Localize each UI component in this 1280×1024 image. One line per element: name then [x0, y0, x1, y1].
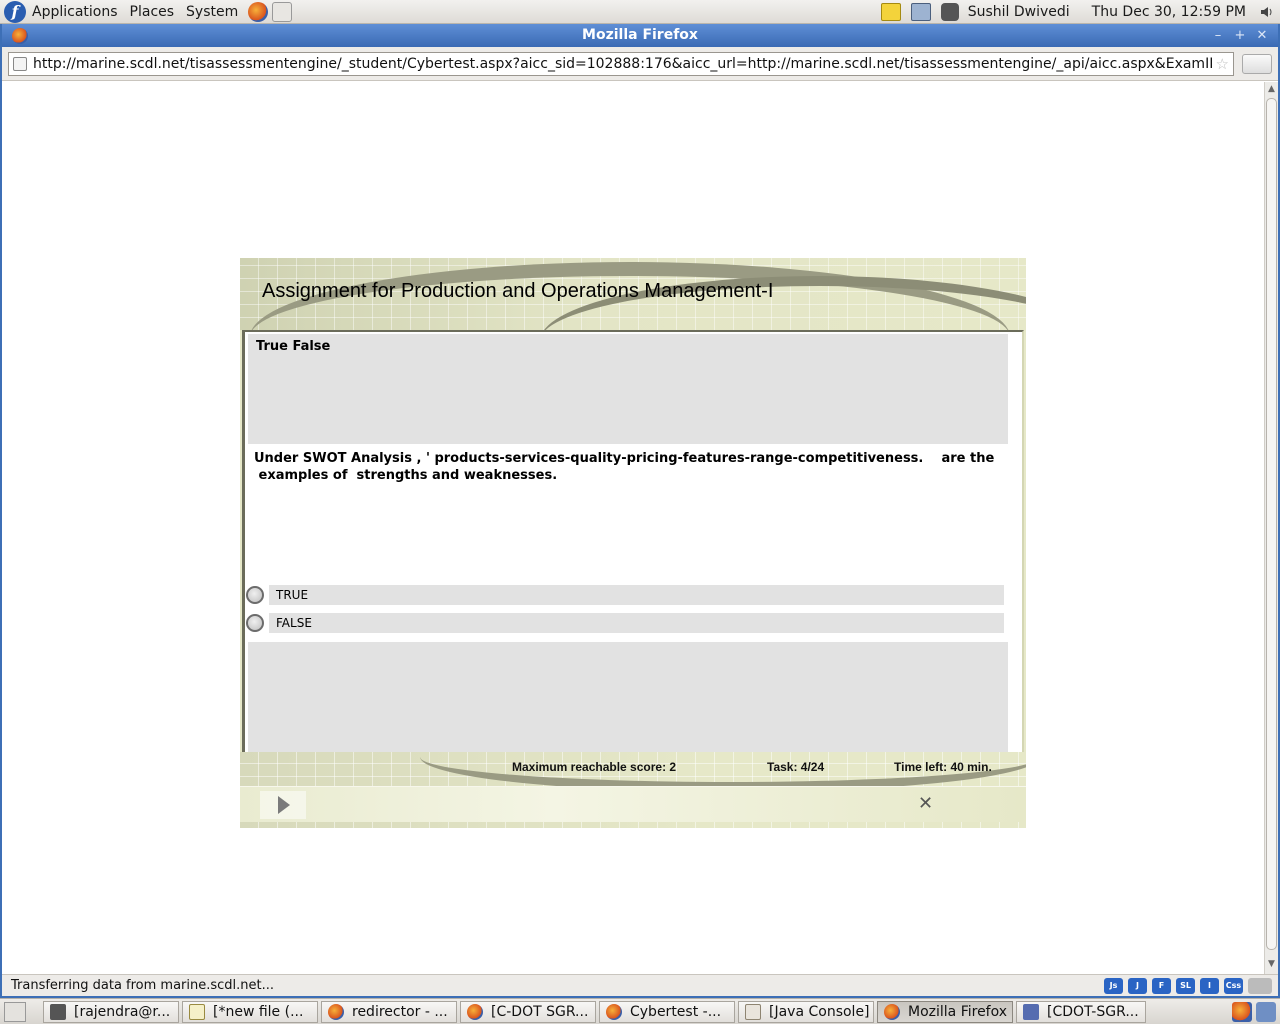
taskbar-item-label: [Java Console] — [769, 1003, 870, 1020]
status-bar: Transferring data from marine.scdl.net..… — [2, 974, 1278, 996]
option-false[interactable]: FALSE — [246, 612, 1006, 634]
exam-title: Assignment for Production and Operations… — [262, 280, 774, 302]
user-icon — [940, 2, 959, 21]
taskbar-item-label: [*new file (... — [213, 1003, 304, 1020]
text-editor-icon — [189, 1003, 205, 1020]
firefox-window: Mozilla Firefox – + ✕ http://marine.scdl… — [0, 24, 1280, 998]
option-label[interactable]: FALSE — [269, 613, 1004, 633]
silverlight-addon-icon[interactable]: SL — [1176, 977, 1195, 994]
question-type: True False — [256, 339, 331, 354]
taskbar-item-redirector[interactable]: redirector - ... — [321, 1000, 457, 1023]
window-titlebar[interactable]: Mozilla Firefox – + ✕ — [2, 24, 1278, 47]
question-type-box: True False — [248, 334, 1008, 444]
taskbar-item-terminal[interactable]: [rajendra@r... — [43, 1000, 179, 1023]
places-menu[interactable]: Places — [124, 4, 181, 20]
terminal-icon — [50, 1003, 66, 1020]
radio-true[interactable] — [246, 586, 264, 604]
taskbar-item-label: [CDOT-SGR... — [1047, 1003, 1139, 1020]
maximize-button[interactable]: + — [1230, 27, 1250, 44]
taskbar-item-firefox[interactable]: Mozilla Firefox — [877, 1000, 1013, 1023]
network-icon[interactable] — [910, 2, 931, 21]
taskbar-item-label: [C-DOT SGR... — [491, 1003, 589, 1020]
navigation-toolbar: http://marine.scdl.net/tisassessmentengi… — [2, 47, 1278, 81]
show-desktop-icon[interactable] — [4, 1001, 26, 1022]
taskbar-item-label: Cybertest -... — [630, 1003, 722, 1020]
firefox-tray-icon[interactable] — [1232, 1001, 1252, 1022]
volume-icon[interactable] — [1260, 5, 1274, 19]
taskbar-item-label: redirector - ... — [352, 1003, 448, 1020]
close-exam-icon[interactable]: ✕ — [918, 793, 933, 814]
exam-panel: Assignment for Production and Operations… — [240, 258, 1026, 828]
feedback-box — [248, 642, 1008, 752]
question-line: examples of strengths and weaknesses. — [254, 468, 558, 483]
virtualbox-icon — [1023, 1003, 1039, 1020]
notes-icon[interactable] — [880, 2, 901, 21]
workspace-switcher-icon[interactable] — [1256, 1001, 1276, 1022]
system-menu[interactable]: System — [180, 4, 244, 20]
firefox-icon — [467, 1003, 483, 1020]
panel-user-name[interactable]: Sushil Dwivedi — [968, 4, 1070, 20]
option-true[interactable]: TRUE — [246, 584, 1006, 606]
css-addon-icon[interactable]: Css — [1224, 977, 1243, 994]
js-addon-icon[interactable]: Js — [1104, 977, 1123, 994]
java-addon-icon[interactable]: J — [1128, 977, 1147, 994]
next-question-button[interactable] — [260, 791, 306, 819]
firefox-icon — [328, 1003, 344, 1020]
mail-launcher-icon[interactable] — [272, 1, 293, 22]
taskbar-item-vbox[interactable]: [CDOT-SGR... — [1016, 1000, 1146, 1023]
taskbar-item-label: Mozilla Firefox — [908, 1003, 1008, 1020]
exam-header: Assignment for Production and Operations… — [240, 258, 1026, 330]
site-identity-icon[interactable] — [13, 56, 27, 71]
exam-footer: Maximum reachable score: 2 Task: 4/24 Ti… — [240, 752, 1026, 828]
images-addon-icon[interactable]: I — [1200, 977, 1219, 994]
taskbar-item-cybertest[interactable]: Cybertest -... — [599, 1000, 735, 1023]
question-line: Under SWOT Analysis , ' products-service… — [254, 451, 995, 466]
taskbar-item-editor[interactable]: [*new file (... — [182, 1000, 318, 1023]
firefox-launcher-icon[interactable] — [248, 1, 269, 22]
taskbar: [rajendra@r... [*new file (... redirecto… — [0, 998, 1280, 1024]
firefox-icon — [606, 1003, 622, 1020]
page-content: Assignment for Production and Operations… — [2, 82, 1264, 974]
max-score: Maximum reachable score: 2 — [512, 760, 677, 774]
scroll-up-icon[interactable]: ▲ — [1265, 84, 1278, 97]
minimize-button[interactable]: – — [1208, 27, 1228, 44]
panel-clock[interactable]: Thu Dec 30, 12:59 PM — [1092, 4, 1246, 20]
top-panel: f Applications Places System Sushil Dwiv… — [0, 0, 1280, 24]
taskbar-item-label: [rajendra@r... — [74, 1003, 171, 1020]
exam-nav-bar: ✕ — [240, 786, 1026, 822]
applications-menu[interactable]: Applications — [26, 4, 124, 20]
taskbar-item-cdot[interactable]: [C-DOT SGR... — [460, 1000, 596, 1023]
exam-body: True False Under SWOT Analysis , ' produ… — [242, 330, 1024, 752]
ribbon-addon-icon[interactable] — [1248, 977, 1272, 994]
radio-false[interactable] — [246, 614, 264, 632]
taskbar-item-java-console[interactable]: [Java Console] — [738, 1000, 874, 1023]
task-counter: Task: 4/24 — [767, 760, 825, 774]
fedora-logo-icon[interactable]: f — [4, 0, 26, 23]
next-arrow-icon — [278, 796, 290, 814]
scroll-down-icon[interactable]: ▼ — [1265, 959, 1278, 972]
java-icon — [745, 1003, 761, 1020]
firefox-icon — [884, 1003, 900, 1020]
question-text: Under SWOT Analysis , ' products-service… — [254, 450, 1014, 484]
bookmark-star-icon[interactable]: ☆ — [1216, 55, 1229, 73]
close-window-button[interactable]: ✕ — [1252, 27, 1272, 44]
firefox-window-icon[interactable] — [12, 27, 28, 44]
flash-addon-icon[interactable]: F — [1152, 977, 1171, 994]
url-bar[interactable]: http://marine.scdl.net/tisassessmentengi… — [8, 51, 1234, 76]
option-label[interactable]: TRUE — [269, 585, 1004, 605]
status-text: Transferring data from marine.scdl.net..… — [11, 978, 275, 993]
time-left: Time left: 40 min. — [894, 760, 992, 774]
keyboard-menu-icon[interactable] — [1242, 53, 1272, 74]
scroll-thumb[interactable] — [1266, 98, 1277, 950]
url-text[interactable]: http://marine.scdl.net/tisassessmentengi… — [33, 56, 1212, 72]
vertical-scrollbar[interactable]: ▲ ▼ — [1264, 82, 1278, 974]
window-title: Mozilla Firefox — [582, 27, 698, 43]
